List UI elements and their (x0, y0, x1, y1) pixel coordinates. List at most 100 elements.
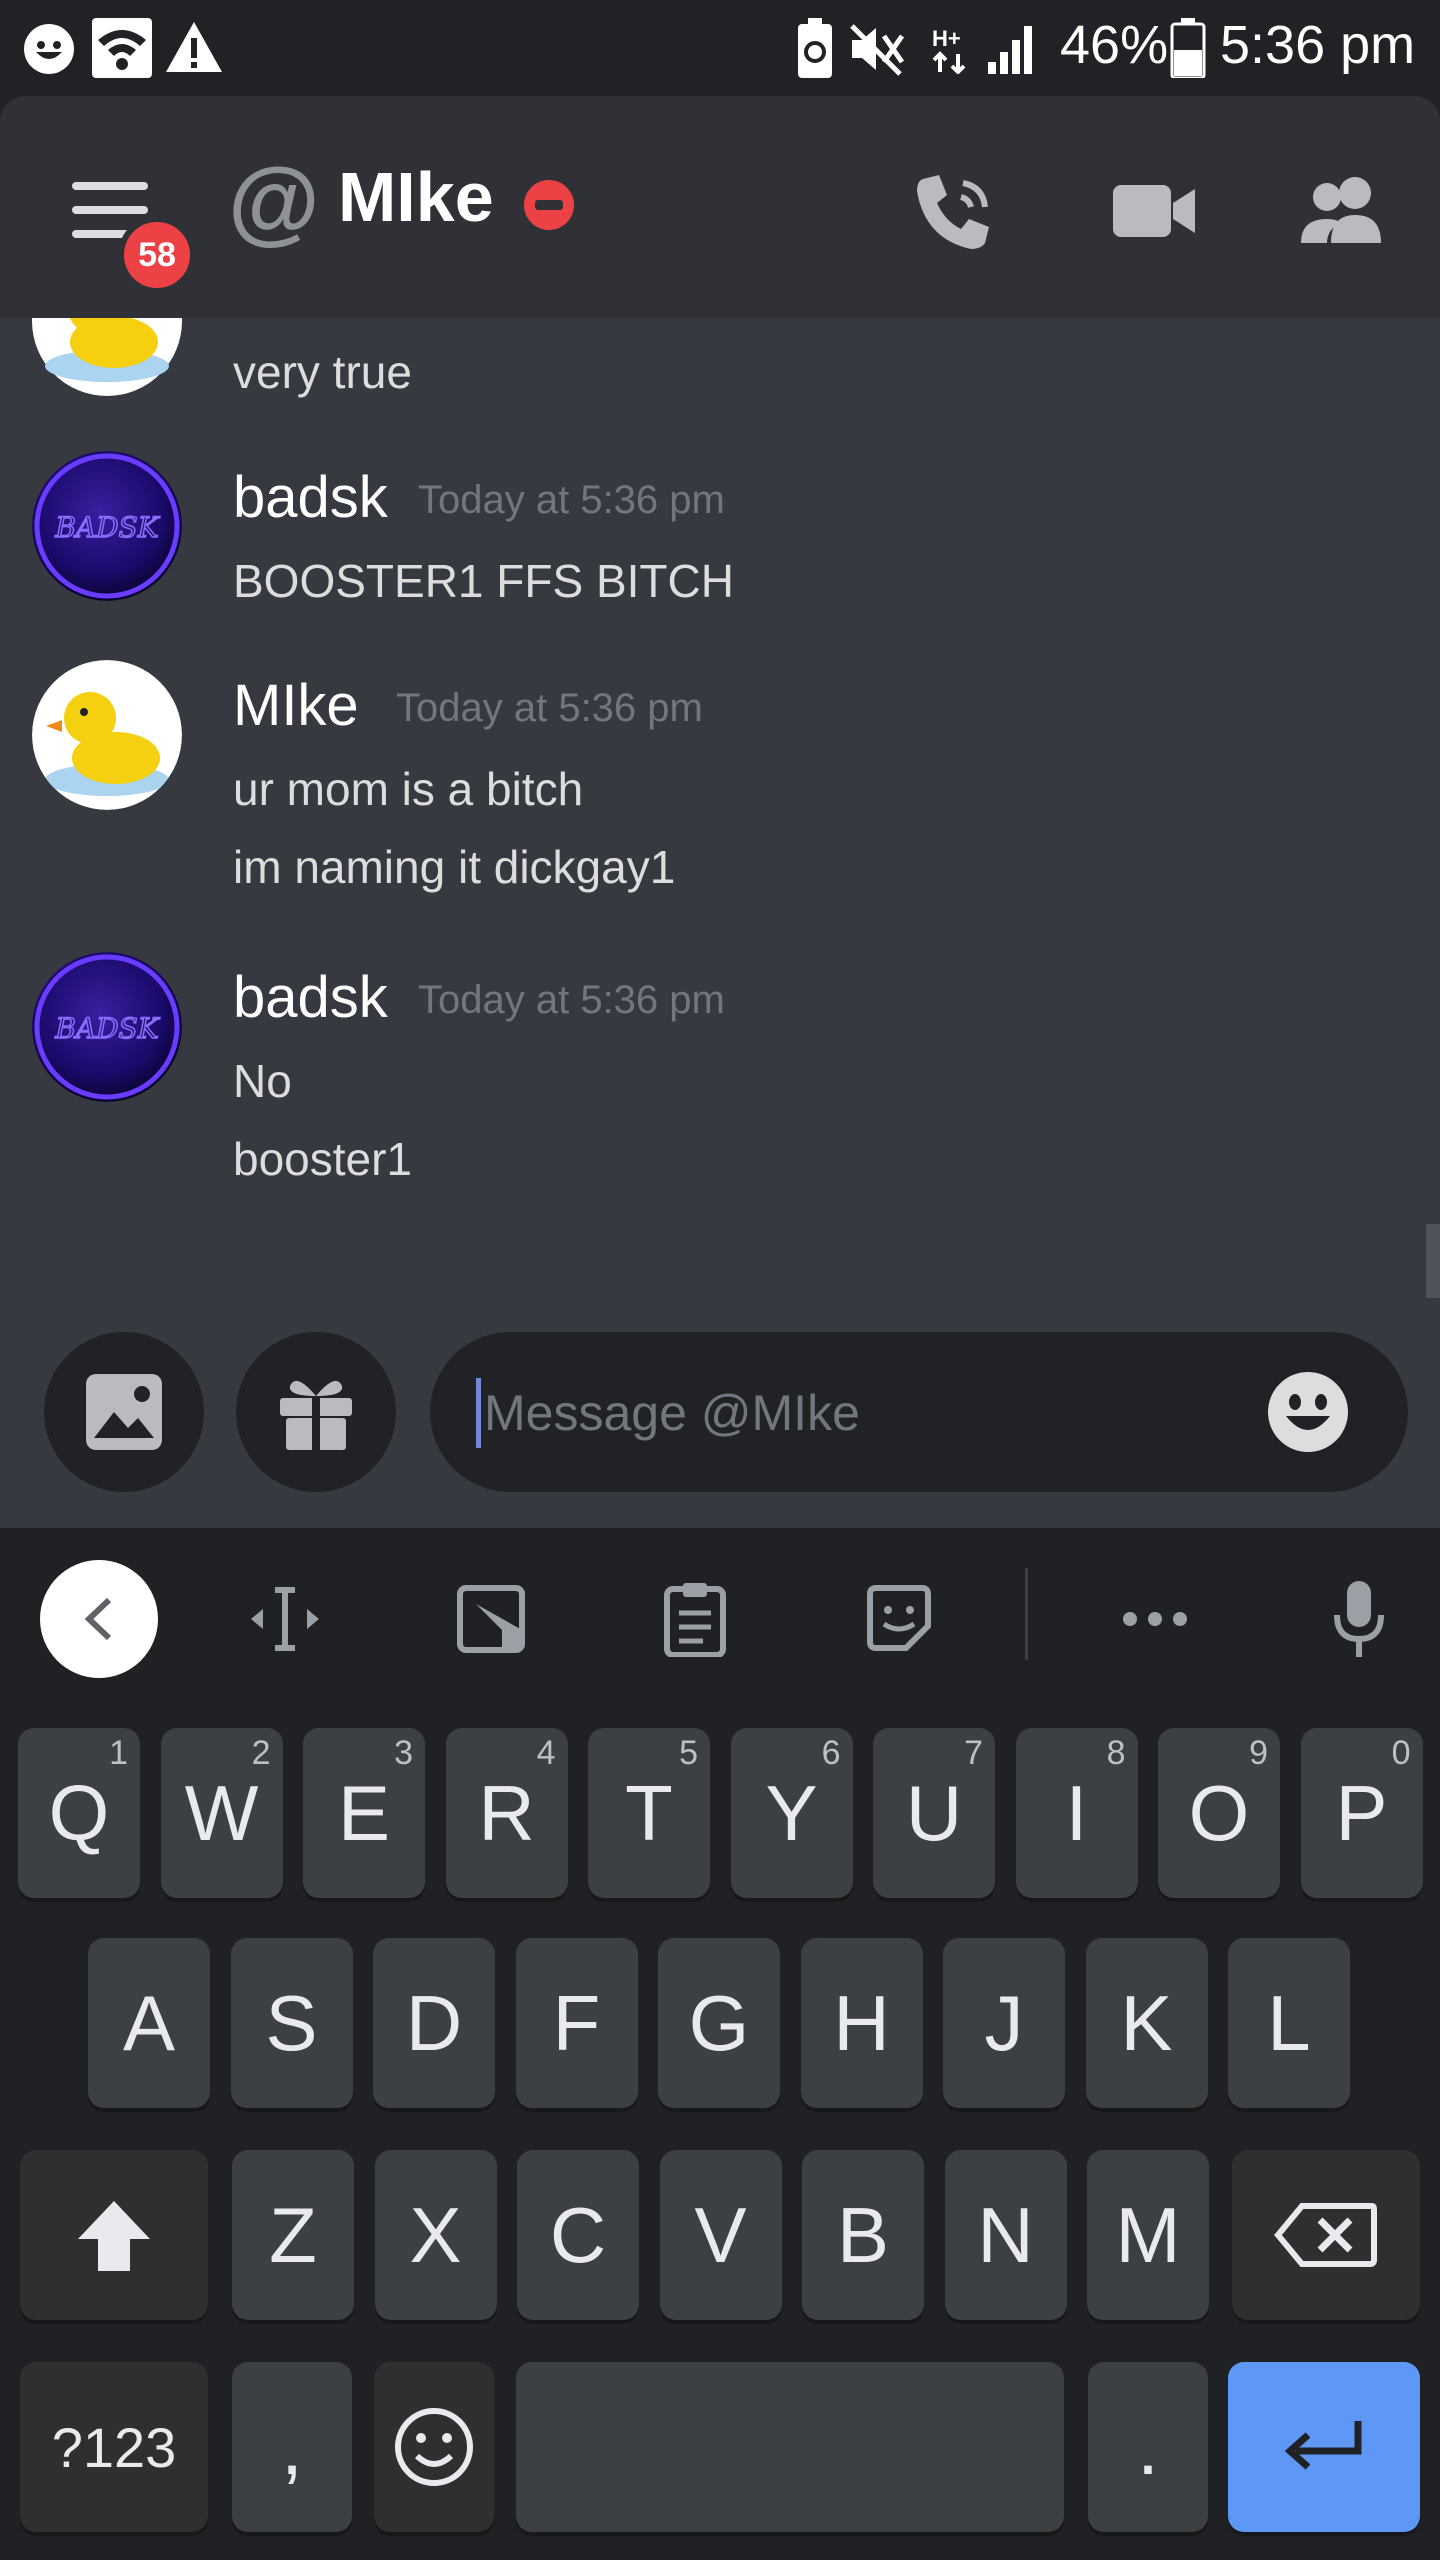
more-horizontal-icon (1123, 1612, 1187, 1626)
key-label: S (265, 1978, 318, 2067)
avatar-text: BADSK (54, 511, 160, 544)
avatar-badsk[interactable]: BADSK (32, 451, 182, 601)
key-q[interactable]: Q1 (18, 1728, 140, 1898)
image-icon (86, 1374, 162, 1450)
voice-input-button[interactable] (1304, 1564, 1414, 1674)
cursor-control-button[interactable] (230, 1564, 340, 1674)
duck-avatar-icon (32, 660, 182, 810)
battery-saver-icon (798, 18, 832, 78)
channel-title: MIke (338, 158, 494, 236)
key-w[interactable]: W2 (160, 1728, 283, 1898)
key-c[interactable]: C (517, 2150, 639, 2320)
text-cursor-move-icon (251, 1587, 319, 1651)
key-n[interactable]: N (944, 2150, 1067, 2320)
video-camera-icon (1113, 185, 1195, 237)
key-t[interactable]: T5 (588, 1728, 710, 1898)
enter-arrow-icon (1284, 2421, 1362, 2470)
key-label: Y (765, 1768, 818, 1857)
video-button[interactable] (1104, 166, 1204, 256)
message-input[interactable]: Message @MIke (430, 1332, 1408, 1492)
enter-key[interactable] (1228, 2362, 1420, 2532)
key-d[interactable]: D (373, 1938, 495, 2108)
call-button[interactable] (906, 166, 1006, 256)
message-author[interactable]: badsk (233, 964, 388, 1031)
key-z[interactable]: Z (232, 2150, 354, 2320)
avatar-mike-partial[interactable] (32, 318, 182, 396)
wifi-icon (92, 18, 152, 78)
key-hint: 7 (964, 1734, 983, 1772)
key-label: A (122, 1978, 176, 2067)
clipboard-button[interactable] (640, 1564, 750, 1674)
message-author[interactable]: MIke (233, 672, 359, 739)
more-options-button[interactable] (1100, 1564, 1210, 1674)
shift-arrow-icon (78, 2201, 150, 2271)
sticker-icon (867, 1585, 931, 1651)
scrollbar-thumb[interactable] (1426, 1224, 1440, 1298)
key-label: O (1188, 1768, 1250, 1857)
text-cursor (476, 1378, 481, 1448)
avatar-text: BADSK (54, 1012, 160, 1045)
emoji-icon[interactable] (1266, 1370, 1350, 1454)
space-key[interactable] (516, 2362, 1064, 2532)
emoji-key[interactable] (374, 2362, 494, 2532)
key-label: F (552, 1978, 601, 2067)
gift-button[interactable] (236, 1332, 396, 1492)
key-label: B (836, 2190, 890, 2279)
dnd-status-icon (524, 180, 574, 230)
key-label: Z (269, 2190, 317, 2279)
shift-key[interactable] (20, 2150, 208, 2320)
phone-call-icon (917, 175, 989, 249)
message-author[interactable]: badsk (233, 464, 388, 531)
members-button[interactable] (1292, 166, 1392, 256)
key-p[interactable]: P0 (1300, 1728, 1423, 1898)
key-m[interactable]: M (1087, 2150, 1209, 2320)
avatar-mike[interactable] (32, 660, 182, 810)
key-hint: 1 (109, 1734, 128, 1772)
svg-text:H+: H+ (932, 26, 961, 51)
key-e[interactable]: E3 (303, 1728, 425, 1898)
period-key[interactable]: . (1088, 2362, 1208, 2532)
key-x[interactable]: X (374, 2150, 497, 2320)
keyboard-back-button[interactable] (40, 1560, 158, 1678)
battery-percent: 46% (1060, 15, 1169, 75)
message-line: im naming it dickgay1 (233, 841, 676, 893)
symbols-key[interactable]: ?123 (20, 2362, 208, 2532)
one-handed-mode-button[interactable] (436, 1564, 546, 1674)
key-h[interactable]: H (800, 1938, 923, 2108)
key-label: E (337, 1768, 391, 1857)
key-i[interactable]: I8 (1015, 1728, 1138, 1898)
key-u[interactable]: U7 (873, 1728, 995, 1898)
message-line: No (233, 1055, 292, 1107)
key-k[interactable]: K (1085, 1938, 1208, 2108)
key-r[interactable]: R4 (445, 1728, 568, 1898)
backspace-key[interactable] (1232, 2150, 1420, 2320)
key-b[interactable]: B (802, 2150, 924, 2320)
key-l[interactable]: L (1228, 1938, 1350, 2108)
resize-icon (457, 1585, 525, 1653)
gift-icon (280, 1380, 352, 1450)
key-label: M (1115, 2190, 1181, 2279)
key-o[interactable]: O9 (1158, 1728, 1280, 1898)
key-label: R (478, 1768, 535, 1857)
sticker-button[interactable] (844, 1564, 954, 1674)
key-s[interactable]: S (230, 1938, 353, 2108)
key-label: N (977, 2190, 1034, 2279)
key-f[interactable]: F (515, 1938, 638, 2108)
attach-image-button[interactable] (44, 1332, 204, 1492)
key-label: D (405, 1978, 463, 2067)
avatar-badsk[interactable]: BADSK (32, 952, 182, 1102)
key-g[interactable]: G (658, 1938, 780, 2108)
status-bar: H+ 46% 5:36 pm (0, 0, 1440, 96)
message-timestamp: Today at 5:36 pm (418, 978, 725, 1022)
key-hint: 3 (394, 1734, 413, 1772)
key-label: K (1120, 1978, 1173, 2067)
key-v[interactable]: V (659, 2150, 782, 2320)
comma-key[interactable]: , (232, 2362, 352, 2532)
chevron-left-icon (84, 1597, 112, 1641)
key-y[interactable]: Y6 (730, 1728, 853, 1898)
mute-icon (850, 24, 905, 76)
key-label: X (409, 2190, 462, 2279)
key-j[interactable]: J (943, 1938, 1065, 2108)
toolbar-divider (1025, 1568, 1028, 1660)
key-a[interactable]: A (88, 1938, 210, 2108)
